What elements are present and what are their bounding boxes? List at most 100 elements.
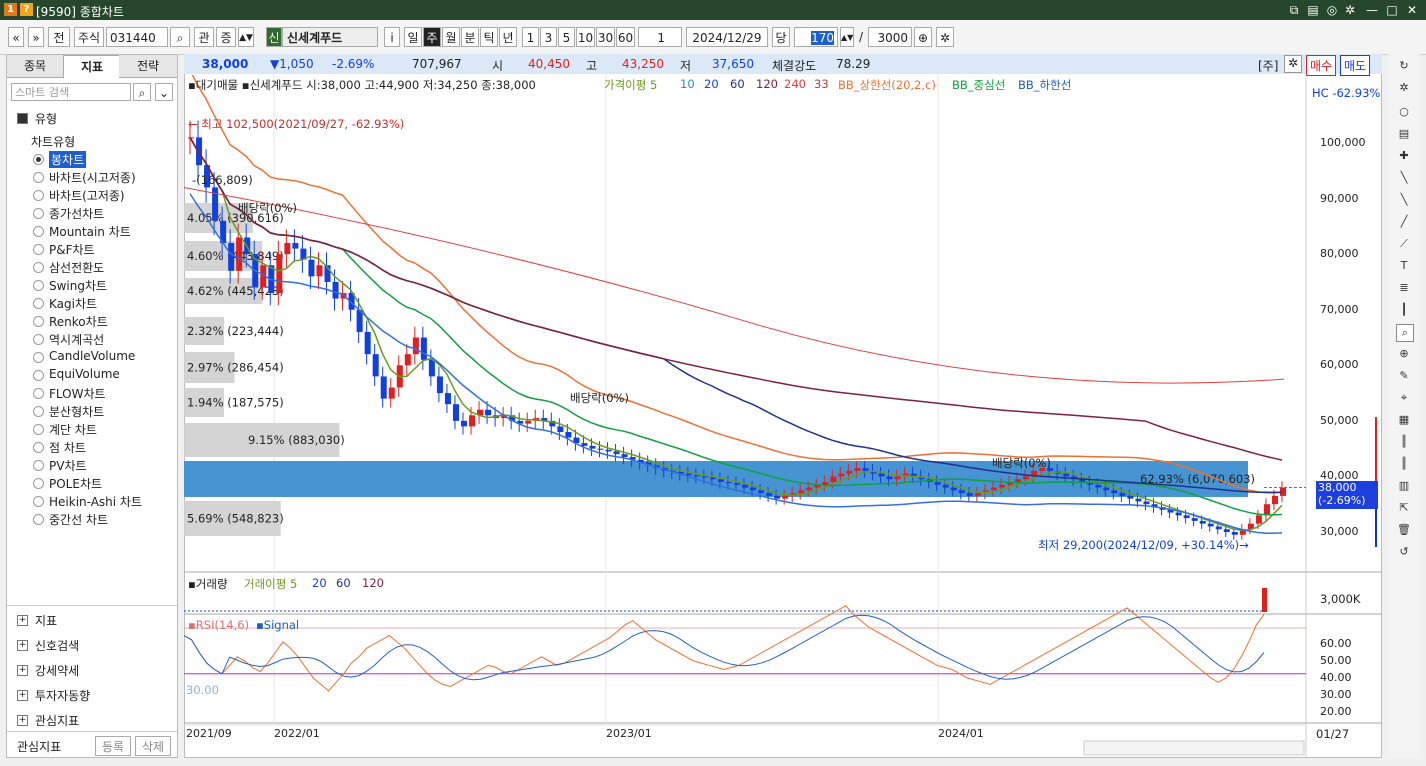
chart-type-item[interactable]: Renko차트: [49, 313, 108, 330]
candle-icon[interactable]: ┃: [1396, 302, 1412, 318]
chart-type-item[interactable]: 삼선전환도: [49, 259, 104, 276]
price-chart[interactable]: 4.05% (390,616)4.60% (443,849)4.62% (445…: [184, 75, 1382, 758]
tab-indicator[interactable]: 지표: [63, 55, 121, 78]
radio-icon[interactable]: [33, 154, 44, 165]
chart-type-item[interactable]: POLE차트: [49, 475, 102, 492]
radio-icon[interactable]: [33, 478, 44, 489]
chart-type-item[interactable]: 분산형차트: [49, 403, 104, 420]
trend-line-icon[interactable]: ╲: [1396, 170, 1412, 186]
code-input[interactable]: 031440: [106, 27, 168, 47]
link-icon[interactable]: ⧉: [1286, 2, 1302, 18]
chart-type-item[interactable]: CandleVolume: [49, 349, 135, 363]
interval-30[interactable]: 30: [596, 27, 615, 47]
maximize-icon[interactable]: □: [1384, 2, 1400, 18]
radio-icon[interactable]: [33, 406, 44, 417]
group-item[interactable]: 투자자동향: [35, 687, 90, 704]
split-icon[interactable]: ▥: [1396, 478, 1412, 494]
radio-icon[interactable]: [33, 334, 44, 345]
chart-type-item[interactable]: 종가선차트: [49, 205, 104, 222]
radio-icon[interactable]: [33, 388, 44, 399]
line-icon[interactable]: ╱: [1396, 214, 1412, 230]
interval-5[interactable]: 5: [558, 27, 575, 47]
chart-type-item[interactable]: 봉차트: [49, 151, 87, 168]
radio-icon[interactable]: [33, 496, 44, 507]
delete-button[interactable]: 삭제: [135, 736, 171, 756]
bar-chart-icon[interactable]: ▤: [1396, 126, 1412, 142]
expand-icon[interactable]: +: [17, 640, 28, 651]
group-item[interactable]: 관심지표: [35, 712, 79, 729]
chart-type-item[interactable]: 계단 차트: [49, 421, 97, 438]
history-button[interactable]: »: [28, 27, 44, 47]
circle-icon[interactable]: ○: [1396, 104, 1412, 120]
layout-icon[interactable]: ▤: [1305, 2, 1321, 18]
radio-icon[interactable]: [33, 244, 44, 255]
zoom-plus-icon[interactable]: ⊕: [1396, 346, 1412, 362]
radio-icon[interactable]: [33, 190, 44, 201]
interval-10[interactable]: 10: [576, 27, 595, 47]
market-select[interactable]: 주식: [74, 27, 104, 47]
camera-icon[interactable]: ◎: [1324, 2, 1340, 18]
vertical-lines-icon[interactable]: ║: [1396, 456, 1412, 472]
radio-icon[interactable]: [33, 280, 44, 291]
buy-button[interactable]: 매수: [1306, 55, 1337, 76]
chart-type-item[interactable]: 바차트(고저종): [49, 187, 125, 204]
search-icon[interactable]: ⌕: [170, 27, 190, 47]
period-2[interactable]: 월: [442, 27, 460, 47]
marker-icon[interactable]: ⌖: [1396, 390, 1412, 406]
radio-icon[interactable]: [33, 316, 44, 327]
radio-icon[interactable]: [33, 262, 44, 273]
expand-icon[interactable]: +: [17, 715, 28, 726]
pencil-icon[interactable]: ✎: [1396, 368, 1412, 384]
zoom-plus-icon[interactable]: ⊕: [914, 27, 932, 47]
info-button[interactable]: i: [384, 27, 400, 47]
sector-button[interactable]: 증: [216, 27, 236, 47]
refresh-icon[interactable]: ↻: [1396, 58, 1412, 74]
tree-parent[interactable]: 차트유형: [31, 133, 75, 150]
period-3[interactable]: 분: [461, 27, 479, 47]
radio-icon[interactable]: [33, 370, 44, 381]
group-item[interactable]: 강세약세: [35, 662, 79, 679]
register-button[interactable]: 등록: [95, 736, 131, 756]
columns-icon[interactable]: ║: [1396, 434, 1412, 450]
tab-stock[interactable]: 종목: [7, 55, 63, 78]
chart-type-item[interactable]: Swing차트: [49, 277, 107, 294]
relation-button[interactable]: 관: [194, 27, 214, 47]
prev-button[interactable]: «: [8, 27, 24, 47]
radio-icon[interactable]: [33, 424, 44, 435]
interval-3[interactable]: 3: [540, 27, 557, 47]
chart-type-item[interactable]: Mountain 차트: [49, 223, 131, 240]
chart-type-item[interactable]: 중간선 차트: [49, 511, 108, 528]
type-button[interactable]: 전: [48, 27, 70, 47]
radio-icon[interactable]: [33, 460, 44, 471]
settings-icon[interactable]: ✲: [1342, 2, 1358, 18]
period-4[interactable]: 틱: [480, 27, 498, 47]
search-icon[interactable]: ⌕: [133, 83, 151, 101]
chart-type-item[interactable]: PV차트: [49, 457, 87, 474]
text-icon[interactable]: T: [1396, 258, 1412, 274]
period-0[interactable]: 일: [404, 27, 422, 47]
tab-strategy[interactable]: 전략: [119, 55, 177, 78]
chart-type-item[interactable]: EquiVolume: [49, 367, 120, 381]
period-5[interactable]: 년: [499, 27, 517, 47]
radio-icon[interactable]: [33, 172, 44, 183]
radio-icon[interactable]: [33, 226, 44, 237]
sell-button[interactable]: 매도: [1340, 55, 1371, 76]
gear-icon[interactable]: ✲: [1396, 80, 1412, 96]
radio-icon[interactable]: [33, 352, 44, 363]
chart-type-item[interactable]: 점 차트: [49, 439, 86, 456]
crosshair-icon[interactable]: ✚: [1396, 148, 1412, 164]
chart-type-item[interactable]: 바차트(시고저종): [49, 169, 136, 186]
chart-type-item[interactable]: Kagi차트: [49, 295, 97, 312]
expand-icon[interactable]: +: [17, 615, 28, 626]
bar-count-input[interactable]: 170: [794, 27, 838, 47]
radio-icon[interactable]: [33, 442, 44, 453]
trash-icon[interactable]: 🗑: [1396, 522, 1412, 538]
expand-icon[interactable]: ⇱: [1396, 500, 1412, 516]
radio-icon[interactable]: [33, 514, 44, 525]
bar-stepper-icon[interactable]: ▲▼: [840, 27, 854, 47]
chevron-down-icon[interactable]: ⌄: [155, 83, 173, 101]
chart-type-item[interactable]: FLOW차트: [49, 385, 106, 402]
chart-type-item[interactable]: P&F차트: [49, 241, 95, 258]
group-item[interactable]: 신호검색: [35, 637, 79, 654]
undo-icon[interactable]: ↺: [1396, 544, 1412, 560]
